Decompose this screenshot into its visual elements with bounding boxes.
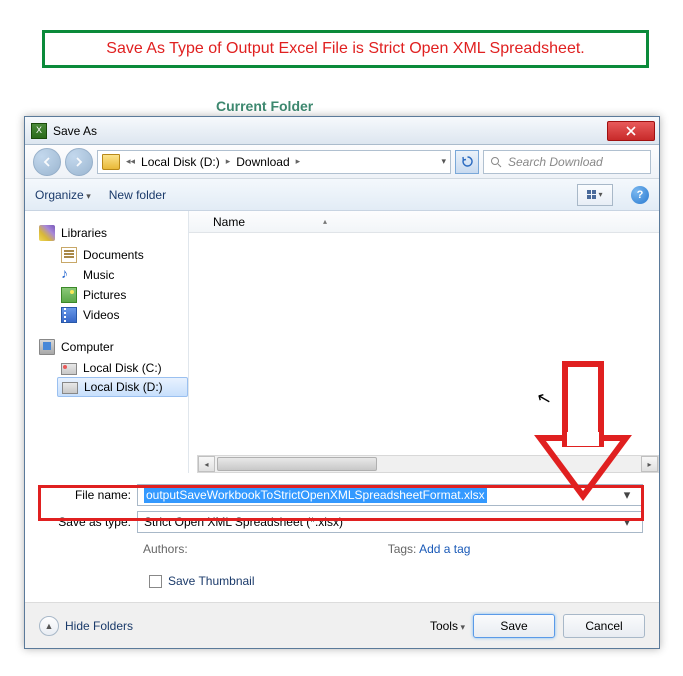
chevron-left-icon: ◂◂ <box>126 156 135 167</box>
tags-value[interactable]: Add a tag <box>419 542 470 556</box>
nav-item-drive-c[interactable]: Local Disk (C:) <box>39 359 188 377</box>
refresh-button[interactable] <box>455 150 479 174</box>
close-icon <box>626 126 636 136</box>
search-placeholder: Search Download <box>508 155 603 169</box>
toolbar: Organize New folder ▾ ? <box>25 179 659 211</box>
help-button[interactable]: ? <box>631 186 649 204</box>
nav-item-videos[interactable]: Videos <box>39 305 188 325</box>
dialog-footer: ▲ Hide Folders Tools Save Cancel <box>25 602 659 648</box>
cursor-icon: ↖ <box>534 387 553 410</box>
horizontal-scrollbar[interactable]: ◂ ▸ <box>197 455 659 473</box>
scroll-thumb[interactable] <box>217 457 377 471</box>
breadcrumb-dropdown-icon[interactable]: ▾ <box>441 156 446 167</box>
nav-item-documents[interactable]: Documents <box>39 245 188 265</box>
navigation-bar: ◂◂ Local Disk (D:) ▸ Download ▸ ▾ Search… <box>25 145 659 179</box>
titlebar: Save As <box>25 117 659 145</box>
excel-icon <box>31 123 47 139</box>
column-header-name[interactable]: Name <box>213 215 323 229</box>
documents-icon <box>61 247 77 263</box>
filename-row: File name: outputSaveWorkbookToStrictOpe… <box>41 484 643 506</box>
videos-icon <box>61 307 77 323</box>
breadcrumb-part[interactable]: Local Disk (D:) <box>141 155 220 169</box>
breadcrumb[interactable]: ◂◂ Local Disk (D:) ▸ Download ▸ ▾ <box>97 150 451 174</box>
arrow-left-icon <box>41 156 53 168</box>
refresh-icon <box>461 155 474 168</box>
search-icon <box>490 156 502 168</box>
save-thumbnail-checkbox[interactable] <box>149 575 162 588</box>
annotation-text: Save As Type of Output Excel File is Str… <box>106 40 584 58</box>
scroll-left-button[interactable]: ◂ <box>198 456 215 472</box>
libraries-icon <box>39 225 55 241</box>
annotation-callout: Save As Type of Output Excel File is Str… <box>42 30 649 68</box>
nav-group-computer[interactable]: Computer <box>39 339 188 355</box>
search-input[interactable]: Search Download <box>483 150 651 174</box>
authors-label: Authors: <box>143 542 188 556</box>
filename-value: outputSaveWorkbookToStrictOpenXMLSpreads… <box>144 487 487 503</box>
tools-menu[interactable]: Tools <box>430 619 465 633</box>
nav-group-libraries[interactable]: Libraries <box>39 225 188 241</box>
pictures-icon <box>61 287 77 303</box>
computer-icon <box>39 339 55 355</box>
savetype-row: Save as type: Strict Open XML Spreadshee… <box>41 511 643 533</box>
form-area: File name: outputSaveWorkbookToStrictOpe… <box>25 473 659 602</box>
nav-item-music[interactable]: Music <box>39 265 188 285</box>
chevron-right-icon: ▸ <box>226 156 231 167</box>
grid-icon <box>587 190 596 199</box>
navigation-pane: Libraries Documents Music Pictures Video… <box>25 211 189 473</box>
tags-label: Tags: <box>388 542 417 556</box>
chevron-up-icon: ▲ <box>39 616 59 636</box>
scroll-right-button[interactable]: ▸ <box>641 456 658 472</box>
explorer-body: Libraries Documents Music Pictures Video… <box>25 211 659 473</box>
arrow-right-icon <box>73 156 85 168</box>
save-thumbnail-row: Save Thumbnail <box>41 556 643 602</box>
new-folder-button[interactable]: New folder <box>109 188 166 202</box>
savetype-dropdown[interactable]: Strict Open XML Spreadsheet (*.xlsx) <box>137 511 643 533</box>
nav-item-drive-d[interactable]: Local Disk (D:) <box>57 377 188 397</box>
savetype-value: Strict Open XML Spreadsheet (*.xlsx) <box>144 515 343 529</box>
breadcrumb-part[interactable]: Download <box>236 155 289 169</box>
sort-indicator-icon: ▴ <box>323 217 327 226</box>
file-list-pane[interactable]: Name ▴ ↖ ◂ ▸ <box>189 211 659 473</box>
save-thumbnail-label: Save Thumbnail <box>168 574 255 588</box>
meta-row: Authors: Tags: Add a tag <box>41 538 643 556</box>
close-button[interactable] <box>607 121 655 141</box>
chevron-right-icon: ▸ <box>296 156 301 167</box>
nav-item-pictures[interactable]: Pictures <box>39 285 188 305</box>
column-header-row: Name ▴ <box>189 211 659 233</box>
savetype-label: Save as type: <box>41 515 137 529</box>
drive-icon <box>62 382 78 394</box>
cancel-button[interactable]: Cancel <box>563 614 645 638</box>
organize-menu[interactable]: Organize <box>35 188 91 202</box>
folder-icon <box>102 154 120 170</box>
back-button[interactable] <box>33 148 61 176</box>
music-icon <box>61 267 77 283</box>
forward-button[interactable] <box>65 148 93 176</box>
drive-icon <box>61 363 77 375</box>
dialog-title: Save As <box>53 124 607 138</box>
save-button[interactable]: Save <box>473 614 555 638</box>
filename-input[interactable]: outputSaveWorkbookToStrictOpenXMLSpreads… <box>137 484 643 506</box>
save-as-dialog: Save As ◂◂ Local Disk (D:) ▸ Download ▸ … <box>24 116 660 649</box>
view-options-button[interactable]: ▾ <box>577 184 613 206</box>
hide-folders-button[interactable]: ▲ Hide Folders <box>39 616 133 636</box>
background-text: Current Folder <box>216 98 313 114</box>
filename-label: File name: <box>41 488 137 502</box>
